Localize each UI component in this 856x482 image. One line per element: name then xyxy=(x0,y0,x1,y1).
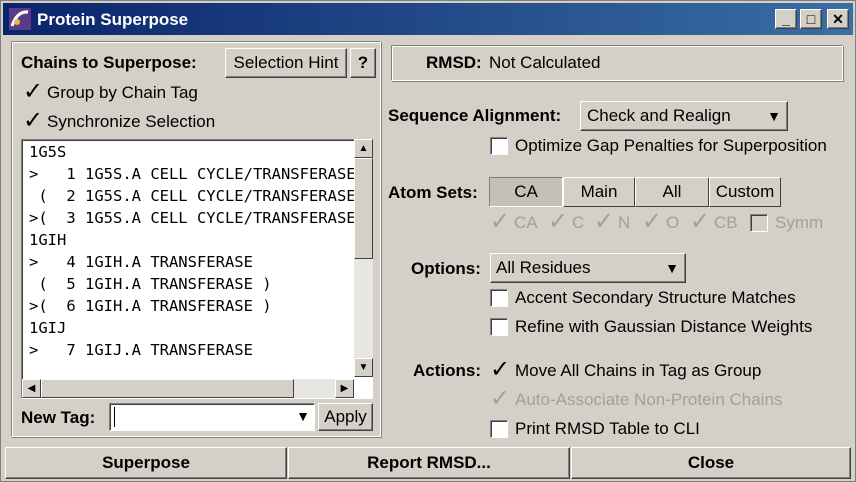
list-item[interactable]: ( 2 1G5S.A CELL CYCLE/TRANSFERASE xyxy=(29,187,355,209)
options-label: Options: xyxy=(411,259,481,278)
list-horizontal-scrollbar[interactable]: ◀ ▶ xyxy=(22,379,354,398)
atom-cb-label: CB xyxy=(714,213,738,232)
atom-c-checkbox[interactable]: ✓ xyxy=(548,210,568,234)
new-tag-label: New Tag: xyxy=(21,408,96,427)
move-all-label: Move All Chains in Tag as Group xyxy=(515,361,762,380)
scroll-up-arrow-icon[interactable]: ▲ xyxy=(354,139,373,158)
scroll-down-arrow-icon[interactable]: ▼ xyxy=(354,358,373,377)
horizontal-scroll-thumb[interactable] xyxy=(41,379,294,398)
chevron-down-icon[interactable]: ▼ xyxy=(296,408,310,424)
chevron-down-icon: ▼ xyxy=(665,260,679,276)
list-vertical-scrollbar[interactable]: ▲ ▼ xyxy=(354,139,373,377)
chains-list[interactable]: 1G5S > 1 1G5S.A CELL CYCLE/TRANSFERASE (… xyxy=(21,139,373,399)
auto-associate-label: Auto-Associate Non-Protein Chains xyxy=(515,390,783,409)
symm-label: Symm xyxy=(775,213,824,232)
rmsd-value: Not Calculated xyxy=(489,53,601,72)
sequence-alignment-label: Sequence Alignment: xyxy=(388,106,562,125)
list-item[interactable]: >( 6 1GIH.A TRANSFERASE ) xyxy=(29,297,272,319)
title-bar[interactable]: Protein Superpose _ □ ✕ xyxy=(3,3,853,35)
options-dropdown[interactable]: All Residues ▼ xyxy=(490,253,686,283)
atom-n-checkbox[interactable]: ✓ xyxy=(594,210,614,234)
selection-hint-button[interactable]: Selection Hint xyxy=(225,48,347,78)
atom-cb-checkbox[interactable]: ✓ xyxy=(690,210,710,234)
group-by-tag-checkbox[interactable]: ✓ xyxy=(23,80,43,104)
report-rmsd-button[interactable]: Report RMSD... xyxy=(288,447,570,479)
symm-checkbox[interactable] xyxy=(750,214,768,232)
minimize-button[interactable]: _ xyxy=(775,9,797,29)
close-window-button[interactable]: ✕ xyxy=(827,9,849,29)
list-item[interactable]: > 7 1GIJ.A TRANSFERASE xyxy=(29,341,253,363)
sync-selection-checkbox[interactable]: ✓ xyxy=(23,109,43,133)
refine-gaussian-label: Refine with Gaussian Distance Weights xyxy=(515,317,813,336)
list-item[interactable]: ( 5 1GIH.A TRANSFERASE ) xyxy=(29,275,271,297)
print-rmsd-label: Print RMSD Table to CLI xyxy=(515,419,700,438)
rmsd-label: RMSD: xyxy=(426,53,482,72)
tab-custom[interactable]: Custom xyxy=(709,177,781,207)
list-item[interactable]: >( 3 1G5S.A CELL CYCLE/TRANSFERASE xyxy=(29,209,356,231)
atom-c-label: C xyxy=(572,213,585,232)
atom-n-label: N xyxy=(618,213,631,232)
scroll-left-arrow-icon[interactable]: ◀ xyxy=(22,379,41,398)
maximize-button[interactable]: □ xyxy=(800,9,822,29)
sequence-alignment-dropdown[interactable]: Check and Realign ▼ xyxy=(580,101,788,131)
superpose-button[interactable]: Superpose xyxy=(5,447,287,479)
auto-associate-checkbox[interactable]: ✓ xyxy=(490,387,510,411)
list-item[interactable]: 1GIH xyxy=(29,231,66,253)
accent-ss-checkbox[interactable] xyxy=(490,289,508,307)
atom-sets-label: Atom Sets: xyxy=(388,183,478,202)
refine-gaussian-checkbox[interactable] xyxy=(490,318,508,336)
new-tag-input[interactable]: ▼ xyxy=(109,403,315,431)
protein-superpose-window: Protein Superpose _ □ ✕ Chains to Superp… xyxy=(0,0,856,482)
tab-main[interactable]: Main xyxy=(563,177,635,207)
move-all-checkbox[interactable]: ✓ xyxy=(490,358,510,382)
atom-ca-checkbox[interactable]: ✓ xyxy=(490,210,510,234)
optimize-gap-checkbox[interactable] xyxy=(490,137,508,155)
help-button[interactable]: ? xyxy=(350,48,376,78)
tab-ca[interactable]: CA xyxy=(489,177,563,207)
group-by-tag-label: Group by Chain Tag xyxy=(47,83,198,102)
accent-ss-label: Accent Secondary Structure Matches xyxy=(515,288,796,307)
list-item[interactable]: 1G5S xyxy=(29,143,66,165)
sync-selection-label: Synchronize Selection xyxy=(47,112,216,131)
tab-all[interactable]: All xyxy=(635,177,709,207)
print-rmsd-checkbox[interactable] xyxy=(490,420,508,438)
optimize-gap-label: Optimize Gap Penalties for Superposition xyxy=(515,136,827,155)
list-item[interactable]: > 1 1G5S.A CELL CYCLE/TRANSFERASE xyxy=(29,165,356,187)
actions-label: Actions: xyxy=(413,361,481,380)
vertical-scroll-thumb[interactable] xyxy=(354,158,373,259)
atom-o-checkbox[interactable]: ✓ xyxy=(642,210,662,234)
scroll-right-arrow-icon[interactable]: ▶ xyxy=(335,379,354,398)
apply-button[interactable]: Apply xyxy=(318,403,373,431)
atom-ca-label: CA xyxy=(514,213,538,232)
list-item[interactable]: 1GIJ xyxy=(29,319,66,341)
atom-o-label: O xyxy=(666,213,680,232)
text-cursor xyxy=(114,407,115,427)
app-icon xyxy=(9,8,31,30)
chevron-down-icon: ▼ xyxy=(767,108,781,124)
list-item[interactable]: > 4 1GIH.A TRANSFERASE xyxy=(29,253,253,275)
window-title: Protein Superpose xyxy=(37,10,189,29)
close-button[interactable]: Close xyxy=(571,447,851,479)
chains-label: Chains to Superpose: xyxy=(21,53,197,72)
